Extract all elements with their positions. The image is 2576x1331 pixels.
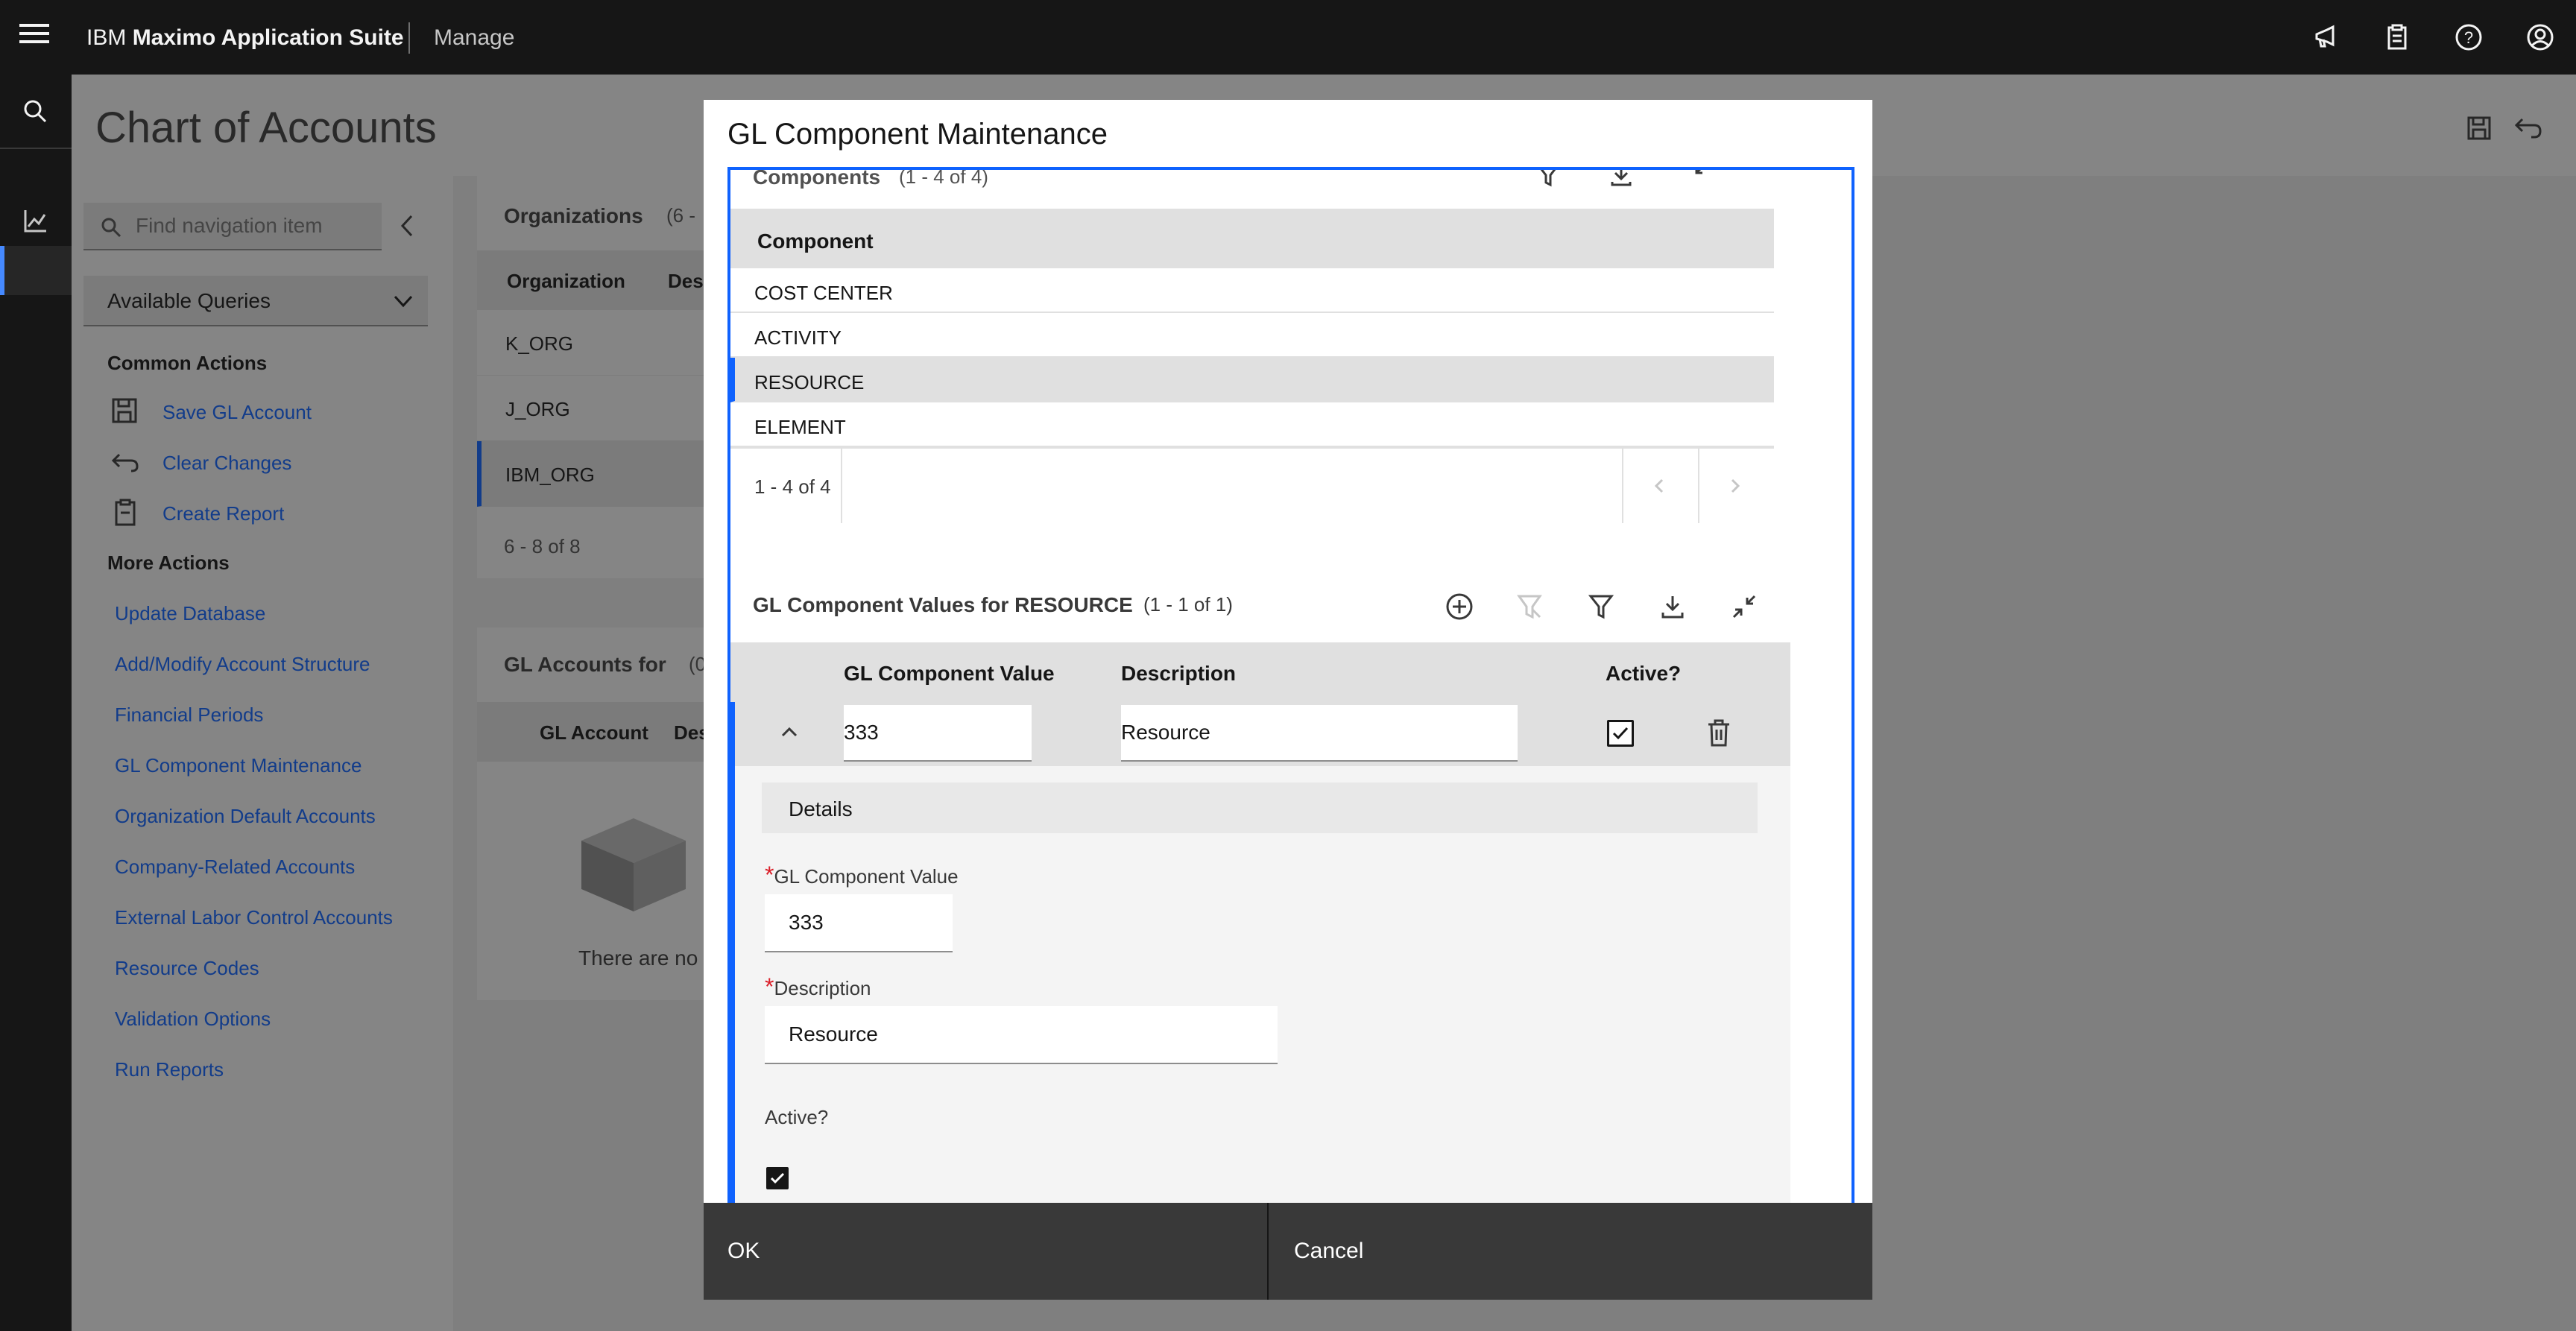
col-gl-component-value: GL Component Value <box>844 662 1055 685</box>
components-pager: 1 - 4 of 4 <box>730 447 1774 523</box>
filter-icon[interactable] <box>1535 167 1561 188</box>
checkmark-icon <box>1612 727 1629 740</box>
label-text: Description <box>774 977 871 999</box>
dialog-footer: OK Cancel <box>704 1203 1872 1300</box>
chevron-left-icon[interactable] <box>1652 477 1667 495</box>
description-label: *Description <box>765 973 871 1001</box>
table-row-selected[interactable]: RESOURCE <box>730 358 1774 402</box>
add-icon[interactable] <box>1445 592 1474 622</box>
header-divider <box>408 22 410 54</box>
ok-button[interactable]: OK <box>704 1203 1269 1300</box>
trash-icon[interactable] <box>1705 718 1732 748</box>
checkmark-icon <box>770 1172 785 1184</box>
top-header: IBM Maximo Application Suite Manage ? <box>0 0 2576 75</box>
values-title: GL Component Values for RESOURCE <box>753 593 1133 616</box>
components-header: Component <box>730 209 1774 268</box>
announcement-icon[interactable] <box>2311 22 2340 52</box>
brand-name: Maximo Application Suite <box>132 25 404 50</box>
pager-divider <box>841 449 842 523</box>
cancel-button[interactable]: Cancel <box>1270 1203 1872 1300</box>
filter-icon[interactable] <box>1588 593 1614 620</box>
collapse-icon[interactable] <box>1731 593 1758 620</box>
required-indicator: * <box>765 973 774 1000</box>
values-count: (1 - 1 of 1) <box>1143 593 1233 616</box>
required-indicator: * <box>765 861 774 888</box>
chart-icon[interactable] <box>21 206 51 235</box>
rail-search[interactable] <box>0 75 72 149</box>
pager-text: 1 - 4 of 4 <box>754 475 831 498</box>
active-checkbox[interactable] <box>766 1167 789 1189</box>
row-active-checkbox[interactable] <box>1607 720 1634 747</box>
chevron-up-icon[interactable] <box>780 724 799 739</box>
clear-filter-icon[interactable] <box>1516 593 1543 620</box>
col-description: Description <box>1121 662 1237 685</box>
dialog-body: Components (1 - 4 of 4) Component COST C… <box>727 167 1854 1292</box>
details-tab[interactable]: Details <box>762 783 1758 833</box>
svg-text:?: ? <box>2464 28 2473 47</box>
components-title: Components <box>753 167 881 189</box>
download-icon[interactable] <box>1659 593 1686 620</box>
active-label: Active? <box>765 1106 829 1128</box>
rail-active-item[interactable] <box>0 246 72 295</box>
details-section: Details *GL Component Value *Description… <box>730 766 1790 1221</box>
brand-prefix: IBM <box>86 25 127 50</box>
row-value-input[interactable] <box>844 705 1032 762</box>
table-row[interactable]: ELEMENT <box>730 402 1774 447</box>
gl-component-maintenance-dialog: GL Component Maintenance Components (1 -… <box>704 100 1872 1300</box>
table-row[interactable]: COST CENTER <box>730 268 1774 313</box>
download-icon[interactable] <box>1609 167 1634 188</box>
pager-divider <box>1622 449 1623 523</box>
col-active: Active? <box>1606 662 1682 685</box>
pager-divider <box>1698 449 1699 523</box>
components-table: Component COST CENTER ACTIVITY RESOURCE … <box>730 209 1774 447</box>
chevron-right-icon[interactable] <box>1728 477 1743 495</box>
user-icon[interactable] <box>2525 22 2555 52</box>
values-header: GL Component Value Description Active? <box>730 642 1790 702</box>
left-rail <box>0 75 72 1331</box>
gl-component-value-field[interactable] <box>765 894 953 952</box>
help-icon[interactable]: ? <box>2454 22 2484 52</box>
clipboard-icon[interactable] <box>2382 22 2412 52</box>
gl-component-value-label: *GL Component Value <box>765 861 959 889</box>
module-name: Manage <box>434 25 515 50</box>
search-icon <box>24 100 47 123</box>
components-count: (1 - 4 of 4) <box>899 167 988 188</box>
menu-icon[interactable] <box>19 24 49 51</box>
description-field[interactable] <box>765 1006 1278 1064</box>
values-row <box>730 702 1790 766</box>
row-description-input[interactable] <box>1121 705 1518 762</box>
dialog-title: GL Component Maintenance <box>727 118 1108 151</box>
collapse-icon[interactable] <box>1682 167 1707 188</box>
app-brand[interactable]: IBM Maximo Application Suite <box>86 25 404 51</box>
table-row[interactable]: ACTIVITY <box>730 313 1774 358</box>
label-text: GL Component Value <box>774 865 959 888</box>
